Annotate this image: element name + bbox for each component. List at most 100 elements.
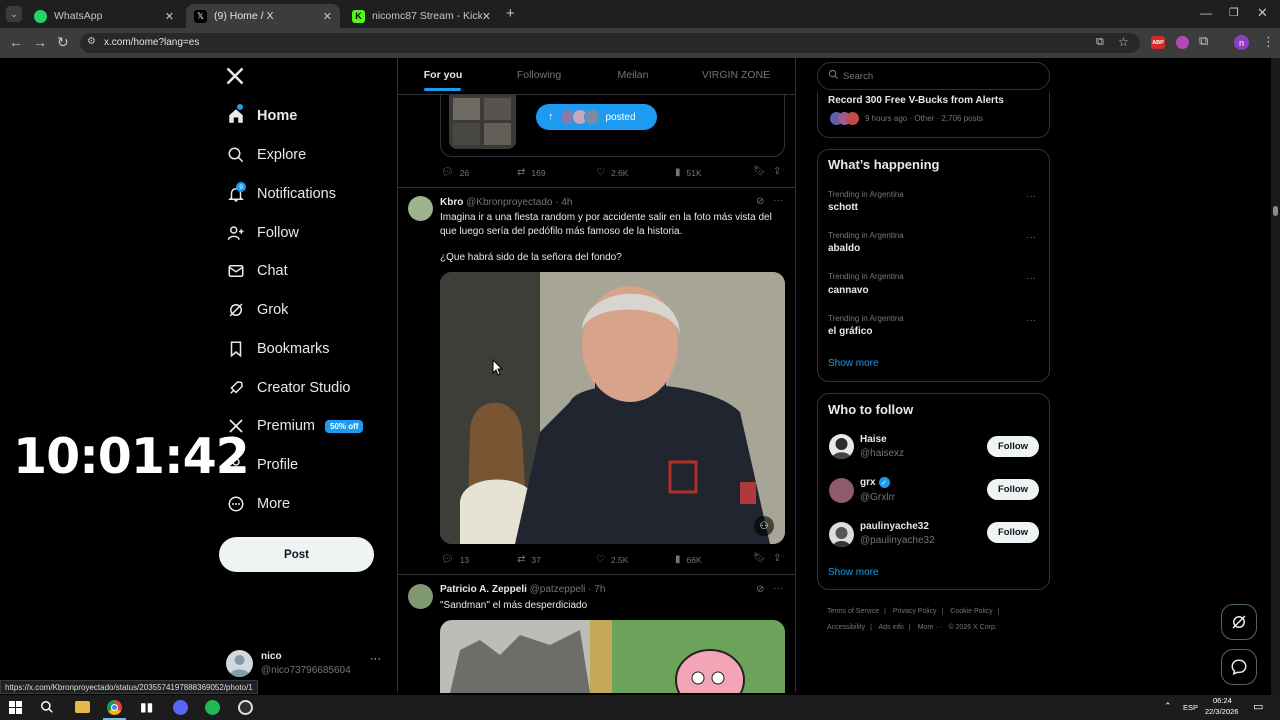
- grok-icon[interactable]: ⊘: [756, 196, 764, 207]
- footer-link[interactable]: Ads info: [879, 624, 904, 631]
- author-name[interactable]: Kbro: [440, 197, 463, 208]
- notification-center-icon[interactable]: ▭: [1253, 700, 1263, 713]
- obs-icon[interactable]: [238, 700, 253, 715]
- profile-avatar[interactable]: n: [1234, 35, 1249, 50]
- sidebar-item-grok[interactable]: Grok: [226, 295, 288, 325]
- windows-start-icon[interactable]: [9, 701, 22, 714]
- event-title[interactable]: Record 300 Free V-Bucks from Alerts: [828, 95, 1004, 106]
- avatar[interactable]: [408, 584, 433, 609]
- like-action[interactable]: ♡ 2.5K: [596, 554, 628, 565]
- extensions-puzzle-icon[interactable]: ⧉: [1199, 33, 1208, 49]
- avatar[interactable]: [408, 196, 433, 221]
- trend-name[interactable]: el gráfico: [828, 326, 872, 337]
- tray-chevron-icon[interactable]: ⌃: [1164, 701, 1172, 712]
- close-icon[interactable]: ✕: [165, 10, 174, 23]
- x-logo-icon[interactable]: [225, 66, 247, 88]
- language-indicator[interactable]: ESP: [1183, 703, 1198, 712]
- suggested-user-name[interactable]: grx: [860, 477, 876, 488]
- scrollbar[interactable]: [1271, 58, 1280, 695]
- sidebar-item-creator-studio[interactable]: Creator Studio: [226, 373, 351, 403]
- post-button[interactable]: Post: [219, 537, 374, 572]
- close-icon[interactable]: ✕: [482, 10, 491, 23]
- tab-following[interactable]: Following: [500, 69, 578, 81]
- avatar[interactable]: [829, 434, 854, 459]
- footer-link[interactable]: More ···: [918, 624, 943, 631]
- sidebar-item-explore[interactable]: Explore: [226, 140, 306, 170]
- avatar[interactable]: [829, 478, 854, 503]
- reply-action[interactable]: 💬︎ 26: [441, 167, 469, 178]
- trend-more-icon[interactable]: ···: [1026, 191, 1036, 202]
- suggested-user-name[interactable]: Haise: [860, 434, 887, 445]
- sidebar-item-more[interactable]: More: [226, 489, 290, 519]
- tweet-time[interactable]: · 7h: [588, 584, 605, 595]
- author-name[interactable]: Patricio A. Zeppeli: [440, 584, 527, 595]
- chrome-icon[interactable]: [107, 700, 122, 715]
- suggested-user-name[interactable]: paulinyache32: [860, 521, 929, 532]
- bookmark-action[interactable]: 🔖︎: [753, 553, 772, 564]
- trend-name[interactable]: schott: [828, 202, 858, 213]
- taskbar-search-icon[interactable]: [40, 700, 54, 714]
- repost-action[interactable]: ⇄ 169: [517, 167, 546, 178]
- bookmark-star-icon[interactable]: ☆: [1118, 35, 1129, 49]
- clock-date[interactable]: 22/3/2026: [1205, 707, 1238, 716]
- trend-more-icon[interactable]: ···: [1026, 315, 1036, 326]
- repost-action[interactable]: ⇄ 37: [517, 554, 541, 565]
- tweet-more-icon[interactable]: ···: [773, 195, 783, 206]
- restore-button[interactable]: ❐: [1229, 6, 1239, 19]
- minimize-button[interactable]: —: [1200, 6, 1212, 20]
- tab-meilan[interactable]: Meilan: [600, 69, 666, 81]
- views-action[interactable]: ▮ 66K: [675, 554, 702, 565]
- browser-menu-icon[interactable]: ⋮: [1262, 34, 1275, 50]
- trend-name[interactable]: cannavo: [828, 285, 869, 296]
- file-explorer-icon[interactable]: [75, 701, 90, 713]
- show-more-link[interactable]: Show more: [828, 358, 879, 369]
- search-input[interactable]: Search: [817, 62, 1050, 90]
- bookmark-action[interactable]: 🔖︎: [753, 166, 772, 177]
- tweet-more-icon[interactable]: ···: [773, 583, 783, 594]
- audio-app-icon[interactable]: ▮▮: [140, 700, 153, 714]
- sidebar-item-follow[interactable]: Follow: [226, 218, 299, 248]
- extension-icon[interactable]: [1176, 36, 1189, 49]
- account-switcher[interactable]: nico @nico73796685604 ···: [226, 648, 386, 682]
- trend-more-icon[interactable]: ···: [1026, 273, 1036, 284]
- footer-link[interactable]: Privacy Policy: [893, 608, 937, 615]
- sidebar-item-chat[interactable]: Chat: [226, 256, 288, 286]
- follow-button[interactable]: Follow: [987, 522, 1039, 543]
- trend-name[interactable]: abaldo: [828, 243, 860, 254]
- discord-icon[interactable]: [173, 700, 188, 715]
- adblock-extension-icon[interactable]: ABP: [1151, 36, 1165, 49]
- image-options-icon[interactable]: ⚇: [754, 516, 774, 536]
- spotify-icon[interactable]: [205, 700, 220, 715]
- account-more-icon[interactable]: ···: [370, 653, 381, 665]
- avatar[interactable]: [829, 522, 854, 547]
- messages-float-button[interactable]: [1221, 649, 1257, 685]
- follow-button[interactable]: Follow: [987, 479, 1039, 500]
- share-action[interactable]: ⇪: [773, 553, 787, 564]
- tweet-time[interactable]: · 4h: [555, 197, 572, 208]
- tweet-photo[interactable]: [440, 620, 785, 693]
- browser-tab-kick[interactable]: K nicomc87 Stream - Kick Dashbo ✕: [344, 4, 499, 28]
- sidebar-item-bookmarks[interactable]: Bookmarks: [226, 334, 330, 364]
- footer-link[interactable]: Accessibility: [827, 624, 865, 631]
- scrollbar-thumb[interactable]: [1273, 206, 1278, 216]
- install-app-icon[interactable]: ⧉: [1096, 36, 1104, 49]
- reply-action[interactable]: 💬︎ 13: [441, 554, 469, 565]
- reload-button[interactable]: ↻: [57, 34, 69, 51]
- site-info-icon[interactable]: ⚙: [87, 36, 96, 47]
- back-button[interactable]: ←: [9, 34, 23, 50]
- follow-button[interactable]: Follow: [987, 436, 1039, 457]
- share-action[interactable]: ⇪: [773, 166, 787, 177]
- show-more-link[interactable]: Show more: [828, 567, 879, 578]
- close-window-button[interactable]: ✕: [1257, 5, 1268, 21]
- author-handle[interactable]: @patzeppeli: [530, 584, 586, 595]
- quoted-media-thumbnail[interactable]: [449, 95, 516, 149]
- tab-search-button[interactable]: ⌄: [6, 6, 22, 22]
- footer-link[interactable]: Cookie Policy: [950, 608, 992, 615]
- new-tab-button[interactable]: +: [506, 5, 515, 22]
- footer-link[interactable]: Terms of Service: [827, 608, 879, 615]
- close-icon[interactable]: ✕: [323, 10, 332, 23]
- new-posts-pill[interactable]: ↑ posted: [536, 104, 657, 130]
- clock-time[interactable]: 06:24: [1213, 696, 1232, 705]
- tweet-photo[interactable]: [440, 272, 785, 544]
- author-handle[interactable]: @Kbronproyectado: [466, 197, 552, 208]
